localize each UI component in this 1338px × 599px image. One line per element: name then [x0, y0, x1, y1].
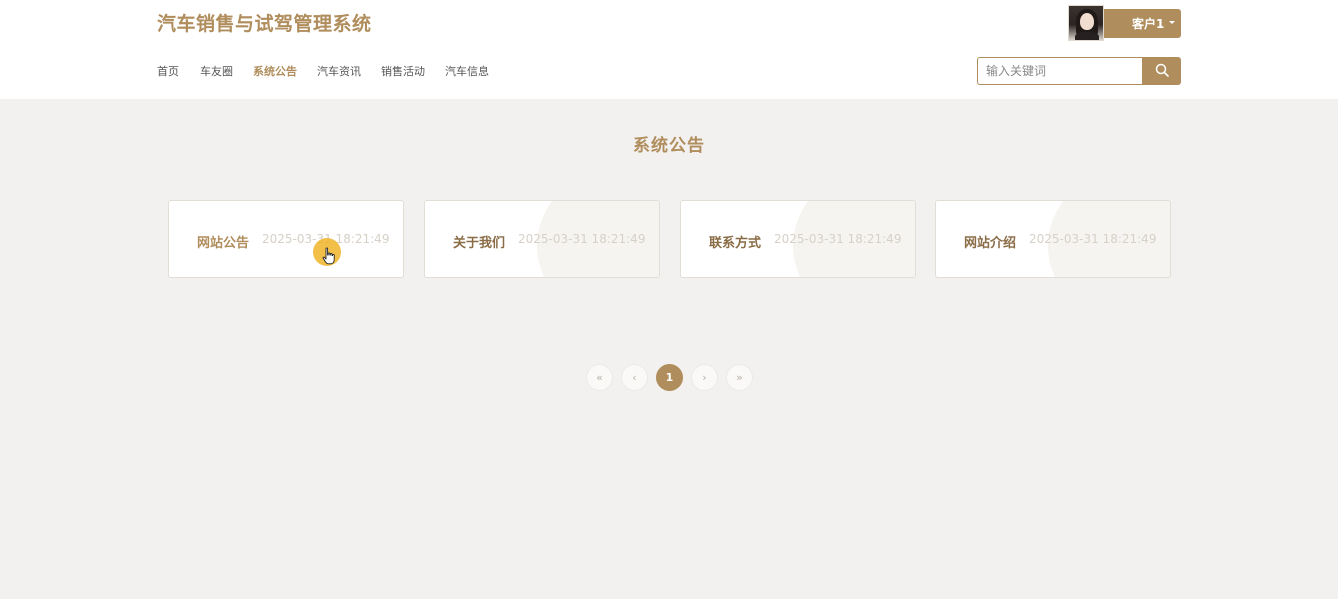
- card-title: 联系方式: [709, 236, 762, 251]
- nav-item-announcements[interactable]: 系统公告: [253, 63, 297, 79]
- announcement-card[interactable]: 关于我们 2025-03-31 18:21:49: [424, 200, 660, 278]
- pagination-prev-button[interactable]: ‹: [621, 364, 648, 391]
- search-icon: [1155, 63, 1169, 77]
- nav-item-home[interactable]: 首页: [157, 63, 179, 79]
- avatar[interactable]: [1068, 5, 1104, 41]
- announcement-card[interactable]: 网站介绍 2025-03-31 18:21:49: [935, 200, 1171, 278]
- search-button[interactable]: [1142, 57, 1181, 85]
- announcement-card[interactable]: 联系方式 2025-03-31 18:21:49: [680, 200, 916, 278]
- nav-item-car-club[interactable]: 车友圈: [200, 63, 233, 79]
- pagination-page-current[interactable]: 1: [656, 364, 683, 391]
- header-bar: 汽车销售与试驾管理系统 客户1 首页 车友圈 系统公告 汽车资讯 销售活动 汽车…: [0, 0, 1338, 99]
- search-input[interactable]: [977, 57, 1143, 85]
- nav-item-sales-events[interactable]: 销售活动: [381, 63, 425, 79]
- pagination-next-button[interactable]: ›: [691, 364, 718, 391]
- nav-item-car-news[interactable]: 汽车资讯: [317, 63, 361, 79]
- user-name[interactable]: 客户1: [1132, 15, 1164, 32]
- card-title: 网站公告: [197, 236, 250, 251]
- card-date: 2025-03-31 18:21:49: [518, 232, 646, 246]
- caret-down-icon[interactable]: [1169, 21, 1175, 24]
- card-date: 2025-03-31 18:21:49: [1029, 232, 1157, 246]
- card-title: 关于我们: [453, 236, 506, 251]
- site-title[interactable]: 汽车销售与试驾管理系统: [157, 9, 372, 36]
- page-title: 系统公告: [633, 136, 705, 156]
- nav-item-car-info[interactable]: 汽车信息: [445, 63, 489, 79]
- pagination-first-button[interactable]: «: [586, 364, 613, 391]
- pagination-last-button[interactable]: »: [726, 364, 753, 391]
- card-date: 2025-03-31 18:21:49: [774, 232, 902, 246]
- announcement-card[interactable]: 网站公告 2025-03-31 18:21:49: [168, 200, 404, 278]
- card-title: 网站介绍: [964, 236, 1017, 251]
- hand-cursor-icon: [322, 247, 335, 265]
